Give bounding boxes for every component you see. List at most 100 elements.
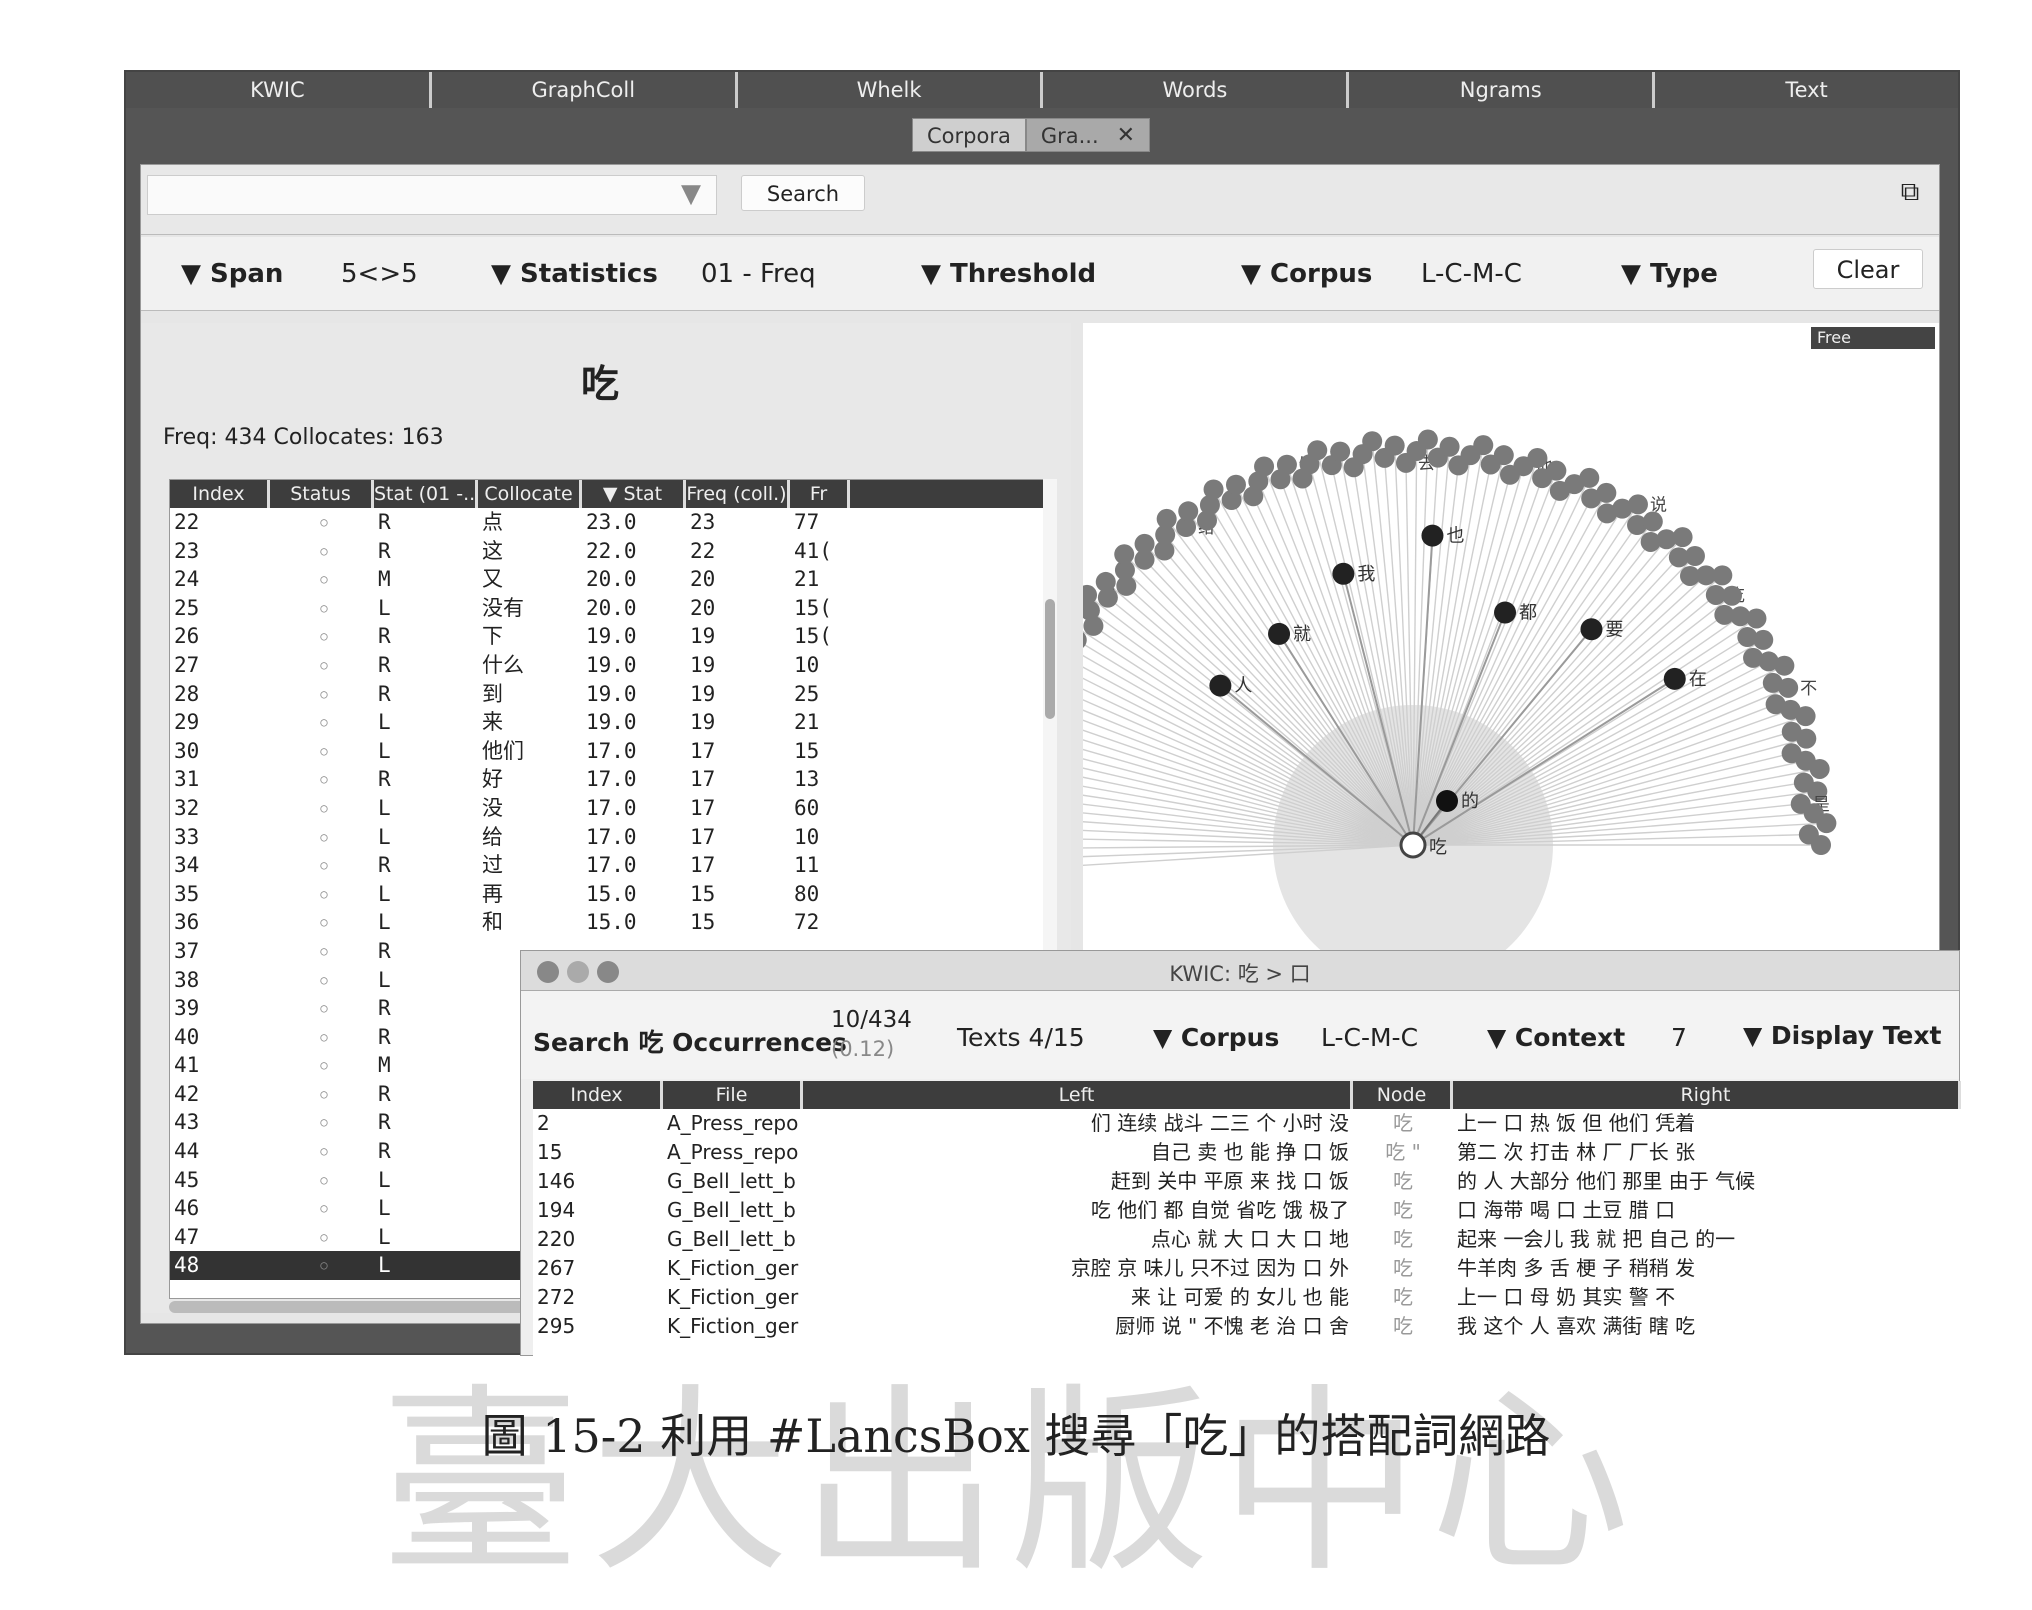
span-dropdown[interactable]: ▼ Span — [181, 259, 283, 289]
table-cell: R — [378, 1139, 391, 1164]
collocate-node — [1384, 435, 1405, 456]
scroll-thumb[interactable] — [1045, 599, 1055, 719]
top-tab-kwic[interactable]: KWIC — [126, 72, 432, 108]
column-header[interactable]: Fr — [790, 480, 850, 508]
collocate-node — [1627, 494, 1648, 515]
table-cell: 29 — [174, 710, 200, 735]
collocate-node — [1546, 460, 1567, 481]
statistics-dropdown[interactable]: ▼ Statistics — [491, 259, 658, 289]
collocate-node — [1493, 445, 1514, 466]
table-cell: 21 — [794, 567, 820, 592]
table-row[interactable]: 27 ○ R 什么 19.0 19 10 — [170, 651, 1048, 680]
clear-button[interactable]: Clear — [1813, 249, 1923, 289]
table-cell: ○ — [320, 629, 328, 644]
table-row[interactable]: 34 ○ R 过 17.0 17 11 — [170, 851, 1048, 880]
top-tab-graphcoll[interactable]: GraphColl — [431, 72, 738, 108]
table-cell: 25 — [174, 595, 200, 620]
column-header[interactable]: Stat (01 -... — [374, 480, 478, 508]
collocate-node — [1796, 728, 1817, 749]
top-tab-ngrams[interactable]: Ngrams — [1349, 72, 1656, 108]
table-row[interactable]: 24 ○ M 又 20.0 20 21 — [170, 565, 1048, 594]
near-collocate-label: 的 — [1461, 791, 1479, 812]
table-cell: R — [378, 1024, 391, 1049]
kwic-row[interactable]: 15 A_Press_repo 自己 卖 也 能 挣 口 饭 吃 " 第二 次 打击 林… — [533, 1138, 1961, 1167]
column-header[interactable]: ▼ Stat — [582, 480, 686, 508]
top-tab-whelk[interactable]: Whelk — [737, 72, 1044, 108]
table-cell: 19.0 — [586, 681, 637, 706]
free-layout-badge[interactable]: Free — [1811, 327, 1935, 349]
table-cell: 他们 — [482, 738, 524, 763]
table-row[interactable]: 36 ○ L 和 15.0 15 72 — [170, 908, 1048, 937]
table-row[interactable]: 29 ○ L 来 19.0 19 21 — [170, 708, 1048, 737]
kwic-context-dropdown[interactable]: ▼ Context — [1487, 1023, 1625, 1052]
detach-icon[interactable]: ⧉ — [1895, 177, 1925, 207]
table-row[interactable]: 23 ○ R 这 22.0 22 41( — [170, 537, 1048, 566]
table-cell: L — [378, 1167, 391, 1192]
kwic-row[interactable]: 146 G_Bell_lett_b 赶到 关中 平原 来 找 口 饭 吃 的 人 大部分… — [533, 1167, 1961, 1196]
table-row[interactable]: 22 ○ R 点 23.0 23 77 — [170, 508, 1048, 537]
kwic-cell: 吃 — [1393, 1111, 1413, 1135]
table-cell: 19 — [690, 624, 716, 649]
close-icon[interactable]: ✕ — [1117, 119, 1135, 151]
tab-graphcoll-result[interactable]: Gra... ✕ — [1025, 118, 1151, 152]
kwic-cell: 起来 一会儿 我 就 把 自己 的一 — [1457, 1227, 1736, 1251]
kwic-display-text-dropdown[interactable]: ▼ Display Text — [1743, 1021, 1941, 1050]
kwic-row[interactable]: 2 A_Press_repo 们 连续 战斗 二三 个 小时 没 吃 上一 口 热 饭 … — [533, 1109, 1961, 1138]
table-row[interactable]: 35 ○ L 再 15.0 15 80 — [170, 880, 1048, 909]
kwic-column-header[interactable]: Left — [803, 1081, 1353, 1109]
type-dropdown[interactable]: ▼ Type — [1621, 259, 1718, 289]
table-cell: 36 — [174, 910, 200, 935]
column-header[interactable]: Freq (coll.) — [686, 480, 790, 508]
kwic-row[interactable]: 267 K_Fiction_ger 京腔 京 味儿 只不过 因为 口 外 吃 牛羊肉 多… — [533, 1254, 1961, 1283]
kwic-corpus-dropdown[interactable]: ▼ Corpus — [1153, 1023, 1279, 1052]
column-header[interactable]: Index — [170, 480, 270, 508]
chevron-down-icon[interactable]: ▼ — [681, 179, 711, 209]
top-tab-bar: KWIC GraphColl Whelk Words Ngrams Text — [126, 72, 1958, 108]
table-cell: 40 — [174, 1024, 200, 1049]
table-cell: 17 — [690, 738, 716, 763]
corpus-dropdown[interactable]: ▼ Corpus — [1241, 259, 1372, 289]
table-cell: 31 — [174, 767, 200, 792]
top-tab-text[interactable]: Text — [1655, 72, 1958, 108]
table-row[interactable]: 28 ○ R 到 19.0 19 25 — [170, 680, 1048, 709]
table-cell: 15 — [690, 881, 716, 906]
table-row[interactable]: 32 ○ L 没 17.0 17 60 — [170, 794, 1048, 823]
table-cell: ○ — [320, 686, 328, 701]
kwic-row[interactable]: 220 G_Bell_lett_b 点心 就 大 口 大 口 地 吃 起来 一会儿 我 … — [533, 1225, 1961, 1254]
threshold-dropdown[interactable]: ▼ Threshold — [921, 259, 1096, 289]
table-cell: R — [378, 538, 391, 563]
top-tab-words[interactable]: Words — [1043, 72, 1350, 108]
kwic-column-header[interactable]: Right — [1453, 1081, 1961, 1109]
collocate-node — [1746, 608, 1767, 629]
kwic-row[interactable]: 272 K_Fiction_ger 来 让 可爱 的 女儿 也 能 吃 上一 口 母 奶… — [533, 1283, 1961, 1312]
kwic-column-header[interactable]: File — [663, 1081, 803, 1109]
kwic-column-header[interactable]: Node — [1353, 1081, 1453, 1109]
table-cell: 21 — [794, 710, 820, 735]
table-cell: 和 — [482, 910, 503, 935]
node-word: 吃 — [581, 362, 620, 406]
table-row[interactable]: 31 ○ R 好 17.0 17 13 — [170, 765, 1048, 794]
table-cell: 又 — [482, 567, 503, 592]
search-button[interactable]: Search — [741, 175, 865, 211]
table-cell: L — [378, 1224, 391, 1249]
table-row[interactable]: 26 ○ R 下 19.0 19 15( — [170, 622, 1048, 651]
table-cell: ○ — [320, 972, 328, 987]
tab-corpora[interactable]: Corpora — [912, 118, 1026, 152]
table-cell: 42 — [174, 1081, 200, 1106]
table-row[interactable]: 25 ○ L 没有 20.0 20 15( — [170, 594, 1048, 623]
search-input[interactable] — [147, 175, 717, 215]
table-cell: 13 — [794, 767, 820, 792]
table-cell: 下 — [482, 624, 503, 649]
table-cell: 17 — [690, 824, 716, 849]
collocate-node — [1276, 454, 1297, 475]
table-row[interactable]: 33 ○ L 给 17.0 17 10 — [170, 823, 1048, 852]
column-header[interactable]: Status — [270, 480, 374, 508]
kwic-row[interactable]: 194 G_Bell_lett_b 吃 他们 都 自觉 省吃 饿 极了 吃 口 海带 喝… — [533, 1196, 1961, 1225]
table-cell: 15( — [794, 624, 832, 649]
table-cell: ○ — [320, 515, 328, 529]
kwic-column-header[interactable]: Index — [533, 1081, 663, 1109]
table-cell: 17.0 — [586, 795, 637, 820]
kwic-cell: 吃 — [1393, 1256, 1413, 1280]
table-row[interactable]: 30 ○ L 他们 17.0 17 15 — [170, 737, 1048, 766]
column-header[interactable]: Collocate — [478, 480, 582, 508]
